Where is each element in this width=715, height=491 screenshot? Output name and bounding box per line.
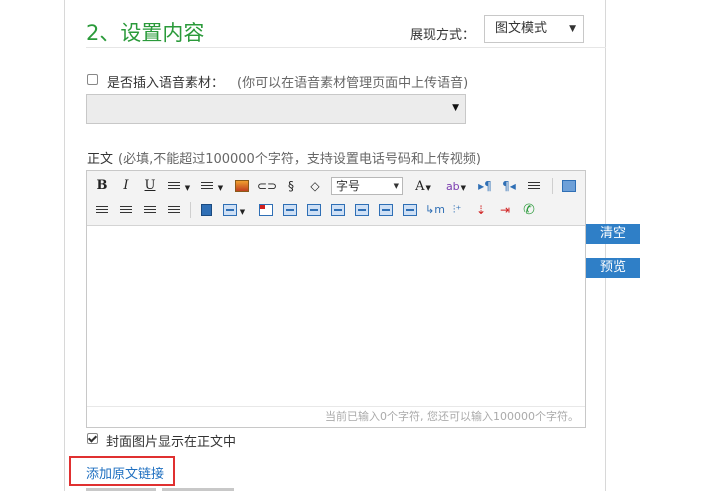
display-mode-select[interactable]: 图文模式 ▼ <box>484 15 584 43</box>
dropdown-arrow-icon: ▼ <box>452 103 459 113</box>
counter-divider <box>87 406 585 407</box>
font-size-select[interactable]: 字号 ▼ <box>331 177 403 195</box>
align-left-icon[interactable] <box>95 204 109 216</box>
editor-content-area[interactable] <box>87 226 585 406</box>
editor-toolbar: B I U ▼ ▼ ⊂⊃ § ◇ 字号 ▼ A▼ ab▼ ▸¶ ¶◂ ▼ ↳m … <box>87 171 585 226</box>
rtl-direction-icon[interactable]: ¶◂ <box>501 177 517 195</box>
split-cells-icon[interactable]: ⫶⁺ <box>449 201 465 219</box>
body-hint: (必填,不能超过100000个字符，支持设置电话号码和上传视频) <box>118 152 481 167</box>
toolbar-separator <box>552 178 553 194</box>
display-mode-label: 展现方式： <box>410 28 476 43</box>
toolbar-separator <box>190 202 191 218</box>
insert-voice-label: 是否插入语音素材： <box>107 76 225 91</box>
merge-cells-icon[interactable]: ↳m <box>425 201 445 219</box>
unordered-list-dropdown-icon[interactable]: ▼ <box>183 177 191 195</box>
insert-video-icon[interactable] <box>201 204 212 216</box>
bold-button[interactable]: B <box>95 177 109 195</box>
insert-image-icon[interactable] <box>235 180 249 192</box>
font-color-button[interactable]: A▼ <box>411 177 435 195</box>
highlight-label: ab <box>445 180 460 193</box>
phone-icon[interactable]: ✆ <box>521 201 537 219</box>
eraser-icon[interactable]: ◇ <box>307 177 323 195</box>
insert-column-right-icon[interactable] <box>379 204 393 216</box>
align-center-icon[interactable] <box>119 204 133 216</box>
font-size-placeholder: 字号 <box>336 179 361 193</box>
insert-voice-hint: (你可以在语音素材管理页面中上传语音) <box>237 76 469 91</box>
fullscreen-icon[interactable] <box>562 180 576 192</box>
insert-column-left-icon[interactable] <box>355 204 369 216</box>
highlight-button[interactable]: ab▼ <box>443 177 469 195</box>
insert-break-icon[interactable]: ⇥ <box>497 201 513 219</box>
insert-table-dropdown-icon[interactable]: ▼ <box>238 201 246 219</box>
delete-column-icon[interactable] <box>403 204 417 216</box>
insert-voice-checkbox[interactable] <box>87 74 98 85</box>
voice-material-select[interactable]: ▼ <box>86 94 466 124</box>
ordered-list-icon[interactable] <box>200 180 214 192</box>
delete-row-icon[interactable] <box>331 204 345 216</box>
display-mode-value: 图文模式 <box>495 21 548 36</box>
body-label: 正文 <box>87 152 114 167</box>
unordered-list-icon[interactable] <box>167 180 181 192</box>
dropdown-arrow-icon: ▼ <box>393 182 399 190</box>
title-divider <box>86 47 606 48</box>
preview-button[interactable]: 预览 <box>586 258 640 278</box>
insert-row-below-icon[interactable] <box>307 204 321 216</box>
delete-table-icon[interactable] <box>259 204 273 216</box>
section-title: 2、设置内容 <box>86 21 205 45</box>
add-original-link[interactable]: 添加原文链接 <box>86 463 164 482</box>
unlink-icon[interactable]: § <box>283 177 299 195</box>
align-justify-icon[interactable] <box>167 204 181 216</box>
link-icon[interactable]: ⊂⊃ <box>257 177 277 195</box>
ltr-direction-icon[interactable]: ▸¶ <box>477 177 493 195</box>
font-color-label: A <box>415 179 425 194</box>
underline-button[interactable]: U <box>143 177 157 195</box>
indent-icon[interactable] <box>527 180 541 192</box>
rich-text-editor: B I U ▼ ▼ ⊂⊃ § ◇ 字号 ▼ A▼ ab▼ ▸¶ ¶◂ ▼ ↳m … <box>86 170 586 428</box>
insert-row-above-icon[interactable] <box>283 204 297 216</box>
clear-button[interactable]: 清空 <box>586 224 640 244</box>
right-panel-border <box>605 0 606 491</box>
cover-in-body-label: 封面图片显示在正文中 <box>106 435 237 450</box>
align-right-icon[interactable] <box>143 204 157 216</box>
ordered-list-dropdown-icon[interactable]: ▼ <box>216 177 224 195</box>
italic-button[interactable]: I <box>119 177 133 195</box>
character-counter: 当前已输入0个字符, 您还可以输入100000个字符。 <box>325 410 579 423</box>
cover-in-body-checkbox[interactable] <box>87 433 98 444</box>
left-panel-border <box>64 0 65 491</box>
insert-table-icon[interactable] <box>223 204 237 216</box>
insert-paragraph-icon[interactable]: ⇣ <box>473 201 489 219</box>
dropdown-arrow-icon: ▼ <box>569 24 576 34</box>
